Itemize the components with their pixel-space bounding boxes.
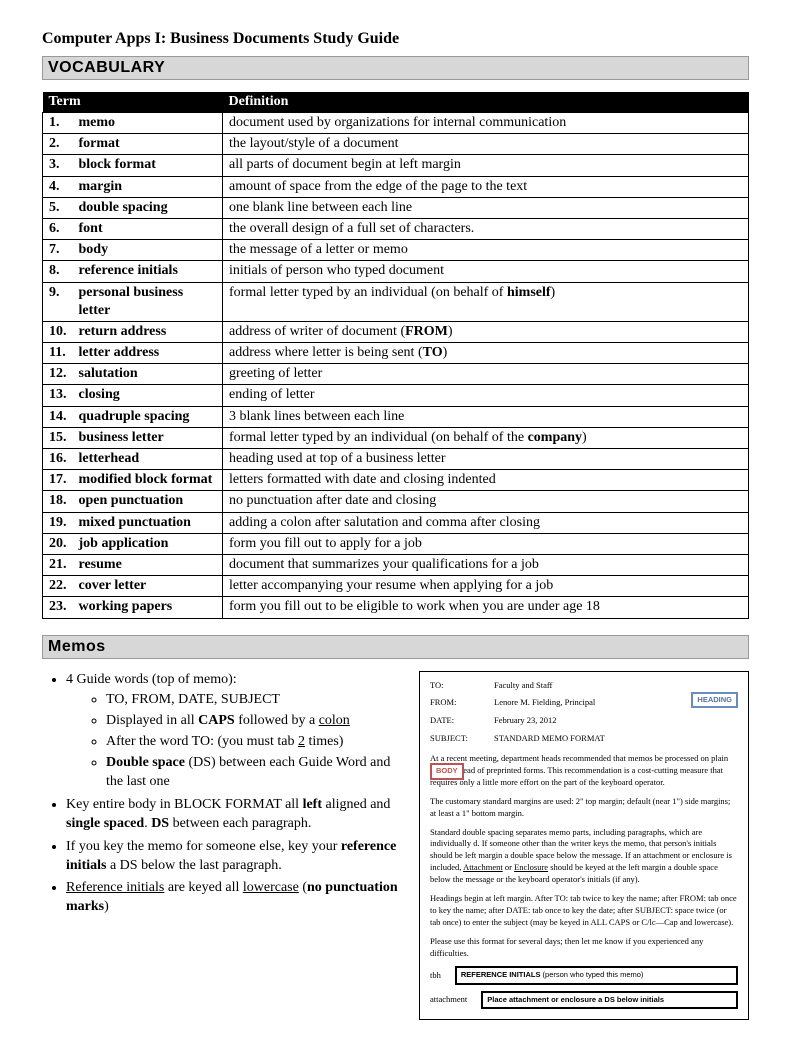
table-row: 18.open punctuationno punctuation after … xyxy=(43,491,749,512)
table-row: 8.reference initialsinitials of person w… xyxy=(43,261,749,282)
table-row: 4.marginamount of space from the edge of… xyxy=(43,176,749,197)
table-row: 6.fontthe overall design of a full set o… xyxy=(43,218,749,239)
table-row: 16.letterheadheading used at top of a bu… xyxy=(43,449,749,470)
table-row: 5.double spacingone blank line between e… xyxy=(43,197,749,218)
memo-sample: HEADING TO:Faculty and Staff FROM:Lenore… xyxy=(419,671,749,1021)
table-row: 1.memodocument used by organizations for… xyxy=(43,113,749,134)
page-title: Computer Apps I: Business Documents Stud… xyxy=(42,30,749,48)
table-row: 7.bodythe message of a letter or memo xyxy=(43,240,749,261)
table-row: 17.modified block formatletters formatte… xyxy=(43,470,749,491)
body-label: BODY xyxy=(430,763,464,780)
table-row: 15.business letterformal letter typed by… xyxy=(43,427,749,448)
table-row: 21.resumedocument that summarizes your q… xyxy=(43,554,749,575)
memo-bullets: 4 Guide words (top of memo): TO, FROM, D… xyxy=(42,671,409,922)
heading-label: HEADING xyxy=(691,692,738,709)
table-row: 11.letter addressaddress where letter is… xyxy=(43,343,749,364)
table-row: 20.job applicationform you fill out to a… xyxy=(43,533,749,554)
vocabulary-table: Term Definition 1.memodocument used by o… xyxy=(42,92,749,619)
memos-header: Memos xyxy=(42,635,749,659)
table-row: 10.return addressaddress of writer of do… xyxy=(43,321,749,342)
table-row: 2.formatthe layout/style of a document xyxy=(43,134,749,155)
table-row: 23.working papersform you fill out to be… xyxy=(43,597,749,618)
table-row: 22.cover letterletter accompanying your … xyxy=(43,576,749,597)
table-row: 19.mixed punctuationadding a colon after… xyxy=(43,512,749,533)
table-row: 9.personal business letterformal letter … xyxy=(43,282,749,321)
col-term: Term xyxy=(43,92,223,113)
vocabulary-header: VOCABULARY xyxy=(42,56,749,80)
col-definition: Definition xyxy=(223,92,749,113)
table-row: 13.closingending of letter xyxy=(43,385,749,406)
table-row: 3.block formatall parts of document begi… xyxy=(43,155,749,176)
table-row: 14.quadruple spacing3 blank lines betwee… xyxy=(43,406,749,427)
table-row: 12.salutationgreeting of letter xyxy=(43,364,749,385)
